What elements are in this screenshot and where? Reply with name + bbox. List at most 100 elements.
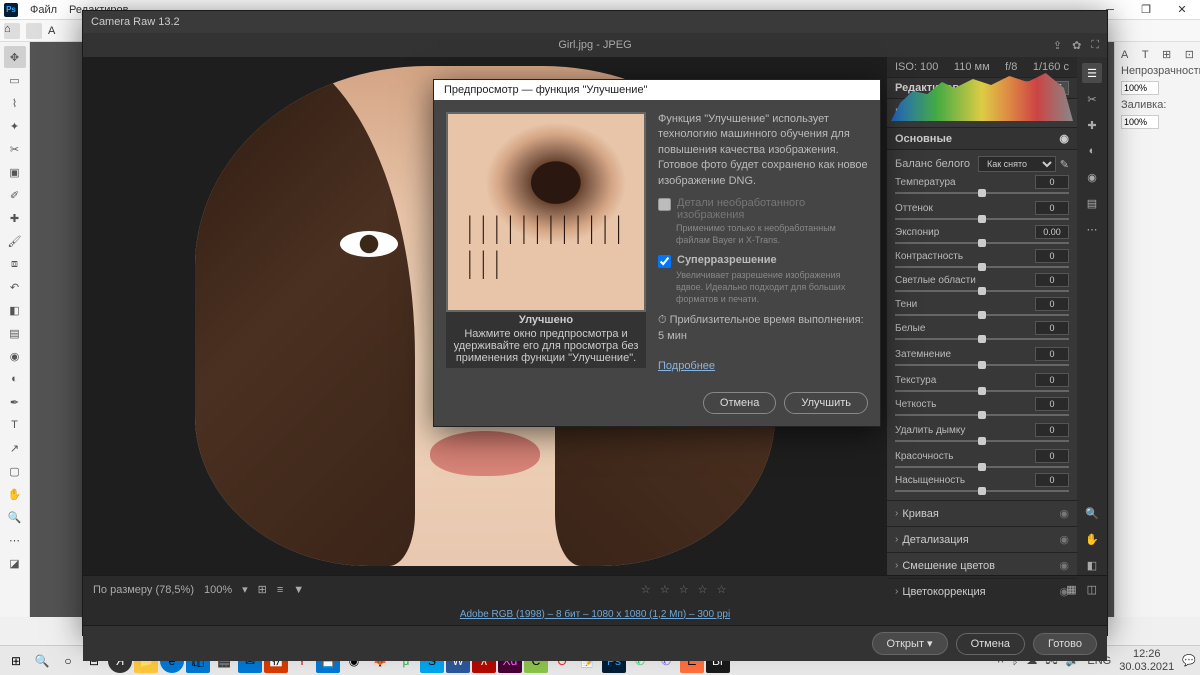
done-button[interactable]: Готово (1033, 633, 1097, 655)
slider-value[interactable] (1035, 273, 1069, 287)
cancel-button[interactable]: Отмена (956, 633, 1025, 655)
shape-tool-icon[interactable]: ▢ (4, 460, 26, 482)
marquee-tool-icon[interactable]: ▭ (4, 69, 26, 91)
heal-icon[interactable]: ✚ (1082, 115, 1102, 135)
slider-track[interactable] (895, 266, 1069, 268)
slider-value[interactable] (1035, 297, 1069, 311)
close-button[interactable]: ✕ (1164, 0, 1200, 20)
slider-label: Белые (895, 323, 1029, 334)
crop-icon[interactable]: ✂ (1082, 89, 1102, 109)
lasso-tool-icon[interactable]: ⌇ (4, 92, 26, 114)
notifications-icon[interactable]: 💬 (1182, 654, 1196, 667)
slider-track[interactable] (895, 338, 1069, 340)
settings-icon[interactable]: ✿ (1072, 39, 1081, 52)
dialog-enhance-button[interactable]: Улучшить (784, 392, 868, 414)
wand-tool-icon[interactable]: ✦ (4, 115, 26, 137)
opacity-input[interactable] (1121, 81, 1159, 95)
blur-tool-icon[interactable]: ◉ (4, 345, 26, 367)
rating-stars[interactable]: ☆ ☆ ☆ ☆ ☆ (641, 583, 730, 596)
start-icon[interactable]: ⊞ (4, 649, 28, 673)
mask-icon[interactable]: ◐ (1082, 141, 1102, 161)
accordion-Детализация[interactable]: Детализация◉ (887, 526, 1077, 552)
slider-value[interactable] (1035, 423, 1069, 437)
slider-value[interactable] (1035, 449, 1069, 463)
more-link[interactable]: Подробнее (658, 360, 715, 372)
slider-track[interactable] (895, 466, 1069, 468)
fullscreen-icon[interactable]: ⛶ (1091, 39, 1099, 52)
dodge-tool-icon[interactable]: ◐ (4, 368, 26, 390)
more-icon[interactable]: ⋯ (1082, 219, 1102, 239)
tool-preset-icon[interactable] (26, 23, 42, 39)
slider-value[interactable] (1035, 321, 1069, 335)
hand-icon[interactable]: ✋ (1082, 529, 1102, 549)
path-tool-icon[interactable]: ↗ (4, 437, 26, 459)
super-resolution-checkbox[interactable] (658, 255, 671, 268)
redeye-icon[interactable]: ◉ (1082, 167, 1102, 187)
stamp-tool-icon[interactable]: ⧈ (4, 253, 26, 275)
slider-track[interactable] (895, 242, 1069, 244)
cortana-icon[interactable]: ○ (56, 649, 80, 673)
eraser-tool-icon[interactable]: ◧ (4, 299, 26, 321)
heal-tool-icon[interactable]: ✚ (4, 207, 26, 229)
zoom-icon[interactable]: 🔍 (1082, 503, 1102, 523)
dialog-title: Предпросмотр — функция "Улучшение" (434, 80, 880, 100)
grid-icon[interactable]: ▦ (1066, 583, 1076, 596)
slider-value[interactable] (1035, 347, 1069, 361)
dialog-cancel-button[interactable]: Отмена (703, 392, 776, 414)
pen-tool-icon[interactable]: ✒ (4, 391, 26, 413)
slider-track[interactable] (895, 364, 1069, 366)
slider-value[interactable] (1035, 175, 1069, 189)
home-icon[interactable]: ⌂ (4, 23, 20, 39)
more-tools-icon[interactable]: ⋯ (4, 529, 26, 551)
slider-track[interactable] (895, 414, 1069, 416)
slider-value[interactable] (1035, 397, 1069, 411)
slider-value[interactable] (1035, 249, 1069, 263)
export-icon[interactable]: ⇪ (1053, 39, 1062, 52)
frame-tool-icon[interactable]: ▣ (4, 161, 26, 183)
color-swatch-icon[interactable]: ◪ (4, 552, 26, 574)
slider-track[interactable] (895, 192, 1069, 194)
slider-track[interactable] (895, 290, 1069, 292)
accordion-Цветокоррекция[interactable]: Цветокоррекция◉ (887, 578, 1077, 604)
history-brush-icon[interactable]: ↶ (4, 276, 26, 298)
preset-icon[interactable]: ▤ (1082, 193, 1102, 213)
type-tool-icon[interactable]: T (4, 414, 26, 436)
open-button[interactable]: Открыт ▾ (872, 632, 948, 655)
slider-track[interactable] (895, 390, 1069, 392)
eyedropper-tool-icon[interactable]: ✐ (4, 184, 26, 206)
image-metadata-link[interactable]: Adobe RGB (1998) – 8 бит – 1080 x 1080 (… (83, 603, 1107, 625)
camera-raw-window: Camera Raw 13.2 Girl.jpg - JPEG ⇪ ✿ ⛶ IS… (82, 10, 1108, 636)
preview-title: Улучшено (452, 314, 640, 326)
menu-file[interactable]: Файл (24, 4, 63, 16)
dialog-description: Функция "Улучшение" использует технологи… (658, 112, 868, 189)
filename-label: Girl.jpg - JPEG (558, 39, 631, 51)
compare-icon[interactable]: ◫ (1087, 583, 1097, 596)
hand-tool-icon[interactable]: ✋ (4, 483, 26, 505)
accordion-Кривая[interactable]: Кривая◉ (887, 500, 1077, 526)
edit-icon[interactable]: ☰ (1082, 63, 1102, 83)
brush-tool-icon[interactable]: 🖌 (4, 230, 26, 252)
zoom-fit[interactable]: По размеру (78,5%) (93, 584, 194, 596)
fill-input[interactable] (1121, 115, 1159, 129)
opacity-label: Непрозрачность: (1121, 65, 1200, 77)
zoom-tool-icon[interactable]: 🔍 (4, 506, 26, 528)
search-icon[interactable]: 🔍 (30, 649, 54, 673)
accordion-Смешение цветов[interactable]: Смешение цветов◉ (887, 552, 1077, 578)
slider-track[interactable] (895, 440, 1069, 442)
enhance-preview[interactable] (446, 112, 646, 312)
slider-value[interactable] (1035, 473, 1069, 487)
slider-value[interactable] (1035, 201, 1069, 215)
slider-track[interactable] (895, 218, 1069, 220)
slider-track[interactable] (895, 314, 1069, 316)
gradient-tool-icon[interactable]: ▤ (4, 322, 26, 344)
crop-tool-icon[interactable]: ✂ (4, 138, 26, 160)
wb-select[interactable]: Как снято (978, 156, 1056, 172)
slider-value[interactable] (1035, 225, 1069, 239)
zoom-100[interactable]: 100% (204, 584, 232, 596)
slider-track[interactable] (895, 490, 1069, 492)
slider-value[interactable] (1035, 373, 1069, 387)
maximize-button[interactable]: ❐ (1128, 0, 1164, 20)
slider-label: Четкость (895, 399, 1029, 410)
move-tool-icon[interactable]: ✥ (4, 46, 26, 68)
toggle-icon[interactable]: ◧ (1082, 555, 1102, 575)
